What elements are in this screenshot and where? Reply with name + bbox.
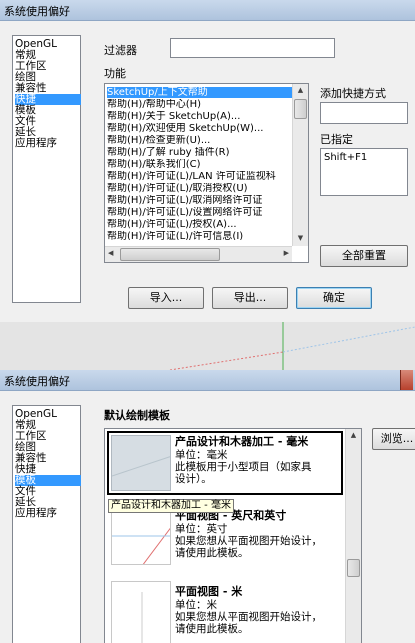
function-item[interactable]: 帮助(H)/联系我们(C) [107,159,293,170]
function-item[interactable]: 帮助(H)/检查更新(U)... [107,135,293,146]
scroll-thumb[interactable] [347,559,360,577]
window-title: 系统使用偏好 [4,375,70,388]
hscroll-thumb[interactable] [120,248,220,261]
function-item[interactable]: 帮助(H)/许可证(L)/LAN 许可证监视科 [107,171,293,182]
template-tooltip: 产品设计和木器加工 - 毫米 [108,499,234,513]
function-item[interactable]: 帮助(H)/许可证(L)/取消授权(U) [107,183,293,194]
title-bar[interactable]: 系统使用偏好 [0,370,415,391]
browse-button[interactable]: 浏览... [372,428,415,450]
function-list-vscroll[interactable]: ▲ ▼ [292,84,308,246]
function-item[interactable]: 帮助(H)/许可证(L)/许可信息(I) [107,231,293,240]
nav-item-applications[interactable]: 应用程序 [15,508,81,519]
scroll-thumb[interactable] [294,99,307,119]
window-title: 系统使用偏好 [4,5,70,18]
function-item[interactable]: 帮助(H)/许可证(L)/授权(A)... [107,219,293,230]
template-list[interactable]: 产品设计和木器加工 - 毫米 单位：毫米 此模板用于小型项目（如家具 设计）。 … [104,428,362,643]
function-item[interactable]: 帮助(H)/欢迎使用 SketchUp(W)... [107,123,293,134]
template-desc-line2: 设计）。 [175,473,212,485]
template-thumbnail [111,581,171,643]
template-desc-line2: 请使用此模板。 [175,623,249,635]
function-item[interactable]: 帮助(H)/帮助中心(H) [107,99,293,110]
function-item[interactable]: 帮助(H)/关于 SketchUp(A)... [107,111,293,122]
function-item[interactable]: 帮助(H)/许可证(L)/取消网络许可证 [107,195,293,206]
filter-input[interactable] [170,38,335,58]
scroll-right-arrow-icon[interactable]: ▶ [284,249,289,257]
sketchup-viewport-background [0,322,415,371]
filter-label: 过滤器 [104,44,137,57]
template-desc-line1: 如果您想从平面视图开始设计， [175,611,322,623]
scroll-down-arrow-icon[interactable]: ▼ [293,232,308,245]
template-unit: 单位：英寸 [175,523,228,535]
template-name: 平面视图 - 米 [175,585,243,598]
preferences-dialog-bottom: 系统使用偏好 OpenGL 常规 工作区 绘图 兼容性 快捷 模板 文件 延长 … [0,370,415,643]
import-button[interactable]: 导入... [128,287,204,309]
function-list-hscroll[interactable]: ◀ ▶ [105,246,292,262]
template-item[interactable]: 平面视图 - 米 单位：米 如果您想从平面视图开始设计， 请使用此模板。 [107,575,343,643]
template-unit: 单位：毫米 [175,449,228,461]
function-list[interactable]: SketchUp/上下文帮助 帮助(H)/帮助中心(H) 帮助(H)/关于 Sk… [104,83,309,263]
assigned-list[interactable]: Shift+F1 [320,148,408,196]
template-preview-graphic [112,527,170,564]
template-desc-line2: 请使用此模板。 [175,547,249,559]
template-item[interactable]: 产品设计和木器加工 - 毫米 单位：毫米 此模板用于小型项目（如家具 设计）。 [107,431,343,495]
template-desc-line1: 如果您想从平面视图开始设计， [175,535,322,547]
preferences-dialog-top: 系统使用偏好 OpenGL 常规 工作区 绘图 兼容性 快捷 模板 文件 延长 … [0,0,415,322]
scroll-up-arrow-icon[interactable]: ▲ [293,84,308,97]
export-button[interactable]: 导出... [212,287,288,309]
reset-all-button[interactable]: 全部重置 [320,245,408,267]
template-desc-line1: 此模板用于小型项目（如家具 [175,461,312,473]
function-item[interactable]: 帮助(H)/许可证(L)/设置网络许可证 [107,207,293,218]
add-shortcut-label: 添加快捷方式 [320,87,386,100]
add-shortcut-input[interactable] [320,102,408,124]
nav-item-applications[interactable]: 应用程序 [15,138,81,149]
template-unit: 单位：米 [175,599,217,611]
assigned-label: 已指定 [320,133,353,146]
assigned-shortcut[interactable]: Shift+F1 [324,152,367,163]
axis-lines-graphic [169,322,415,371]
function-label: 功能 [104,67,126,80]
category-list[interactable]: OpenGL 常规 工作区 绘图 兼容性 快捷 模板 文件 延长 应用程序 [12,35,81,303]
scroll-left-arrow-icon[interactable]: ◀ [108,249,113,257]
template-preview-graphic [141,592,143,643]
template-thumbnail [111,505,171,565]
ok-button[interactable]: 确定 [296,287,372,309]
category-list[interactable]: OpenGL 常规 工作区 绘图 兼容性 快捷 模板 文件 延长 应用程序 [12,405,81,643]
title-bar[interactable]: 系统使用偏好 [0,0,415,21]
function-item[interactable]: SketchUp/上下文帮助 [107,87,293,98]
close-icon[interactable] [400,370,413,390]
template-preview-graphic [112,456,170,477]
template-list-vscroll[interactable]: ▲ [345,429,361,643]
template-name: 产品设计和木器加工 - 毫米 [175,435,309,448]
scroll-up-arrow-icon[interactable]: ▲ [346,429,361,442]
function-item[interactable]: 帮助(H)/了解 ruby 插件(R) [107,147,293,158]
section-title: 默认绘制模板 [104,409,170,422]
template-thumbnail [111,435,171,491]
